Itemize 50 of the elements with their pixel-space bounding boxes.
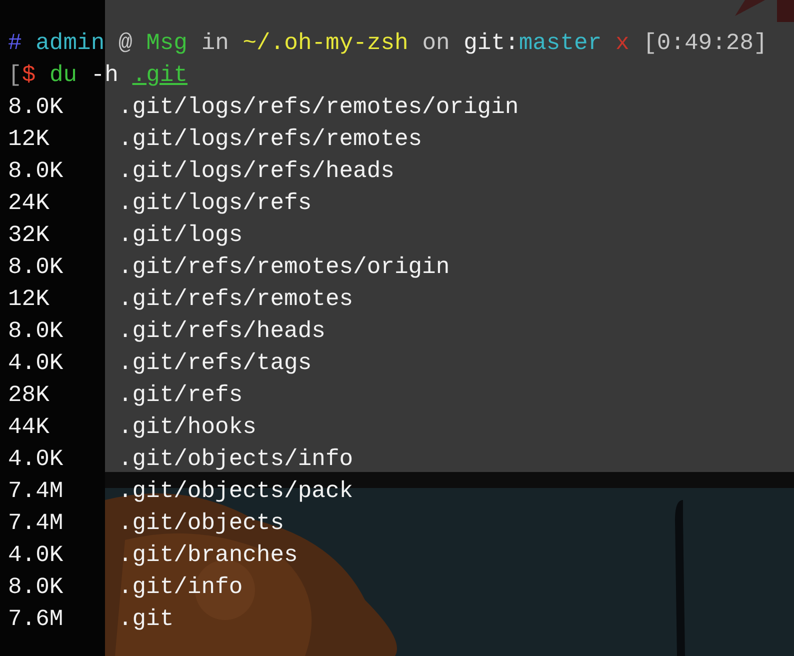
size-text: 8.0K xyxy=(8,157,64,186)
size-text: 12K xyxy=(8,285,50,314)
prompt-text: master xyxy=(518,30,602,56)
path-text: .git/objects xyxy=(118,510,284,536)
prompt-text: # xyxy=(8,30,22,56)
path-text: .git/branches xyxy=(118,542,298,568)
path-text: .git/logs/refs/remotes xyxy=(118,126,422,152)
size-text: 7.4M xyxy=(8,477,64,506)
path-text: .git/hooks xyxy=(118,414,256,440)
size-text: 8.0K xyxy=(8,253,64,282)
path-text: .git/refs/tags xyxy=(118,350,312,376)
size-text: 32K xyxy=(8,221,50,250)
path-text: .git/refs/remotes xyxy=(118,286,354,312)
size-text: 28K xyxy=(8,381,50,410)
path-text: .git/objects/info xyxy=(118,446,354,472)
size-text: 7.4M xyxy=(8,509,64,538)
size-text: 8.0K xyxy=(8,317,64,346)
command-text: $ xyxy=(22,62,36,88)
prompt-text: Msg xyxy=(146,30,188,56)
prompt-text: [0:49:28] xyxy=(643,30,768,56)
path-text: .git/refs/remotes/origin xyxy=(118,254,450,280)
prompt-text: x xyxy=(615,30,630,56)
prompt-text: admin xyxy=(36,30,105,56)
path-text: .git/logs/refs/remotes/origin xyxy=(118,94,519,120)
path-text: .git/info xyxy=(118,574,243,600)
command-text: [ xyxy=(8,62,22,88)
path-text: .git/refs xyxy=(118,382,243,408)
path-text: .git/objects/pack xyxy=(118,478,354,504)
size-text: 4.0K xyxy=(8,541,64,570)
prompt-text: @ xyxy=(118,30,132,56)
path-text: .git xyxy=(118,606,174,632)
path-text: .git/refs/heads xyxy=(118,318,326,344)
size-text: 7.6M xyxy=(8,605,64,634)
prompt-text: on xyxy=(422,30,450,56)
size-text: 12K xyxy=(8,125,50,154)
prompt-text: git: xyxy=(464,30,519,56)
path-text: .git/logs/refs/heads xyxy=(118,158,394,184)
size-text: 8.0K xyxy=(8,93,64,122)
prompt-text: ~/.oh-my-zsh xyxy=(242,30,408,56)
size-text: 4.0K xyxy=(8,445,64,474)
size-text: 24K xyxy=(8,189,50,218)
size-text: 4.0K xyxy=(8,349,64,378)
prompt-text: in xyxy=(201,30,229,56)
command-text: .git xyxy=(132,62,188,88)
path-text: .git/logs xyxy=(118,222,243,248)
command-text: du xyxy=(49,62,78,88)
command-text: -h xyxy=(90,62,118,88)
size-text: 44K xyxy=(8,413,50,442)
path-text: .git/logs/refs xyxy=(118,190,312,216)
size-text: 8.0K xyxy=(8,573,64,602)
